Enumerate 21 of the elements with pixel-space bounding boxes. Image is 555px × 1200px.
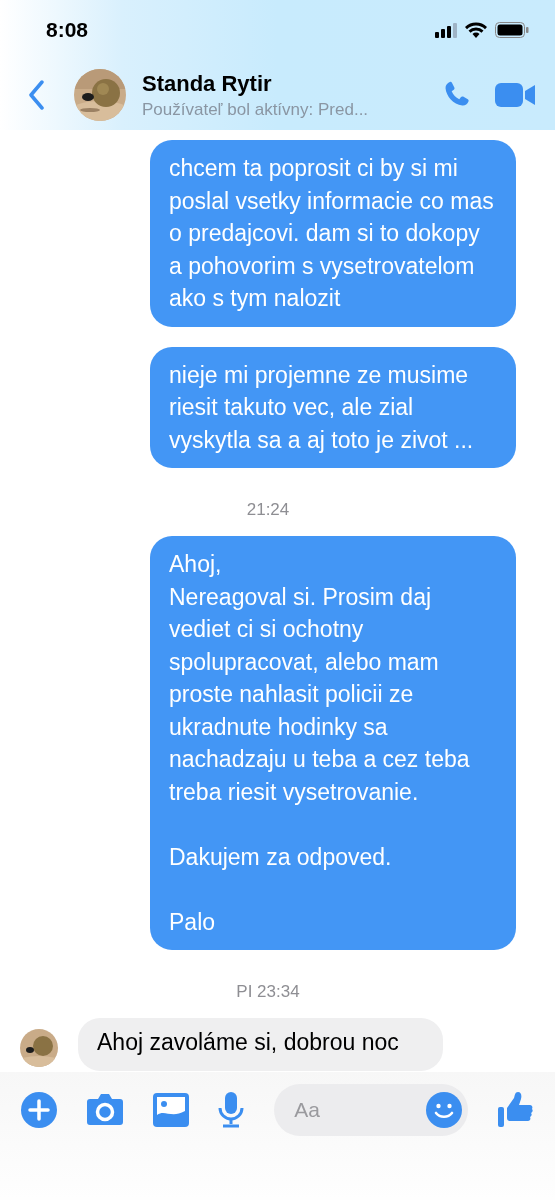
battery-icon: [495, 22, 529, 38]
video-camera-icon[interactable]: [495, 80, 537, 110]
camera-icon[interactable]: [85, 1093, 124, 1127]
timestamp: PI 23:34: [236, 982, 300, 1002]
message-bubble: Ahoj zavoláme si, dobrou noc: [78, 1018, 443, 1071]
back-icon[interactable]: [28, 80, 44, 110]
timestamp: 21:24: [246, 500, 290, 520]
contact-name: Standa Rytir: [142, 70, 273, 97]
microphone-icon[interactable]: [217, 1092, 246, 1128]
emoji-icon[interactable]: [426, 1092, 463, 1128]
plus-icon[interactable]: [21, 1092, 57, 1128]
message-bubble: nieje mi projemne ze musime riesit takuto vec, ale zial vyskytla sa a aj toto je zivot ...: [150, 346, 516, 468]
signal-icon: [435, 22, 457, 38]
message-field[interactable]: Aa: [274, 1084, 469, 1136]
image-icon[interactable]: [152, 1093, 189, 1127]
wifi-icon: [465, 22, 487, 38]
status-time: 8:08: [46, 18, 89, 42]
thumbs-up-icon[interactable]: [497, 1091, 535, 1129]
activity-status: Používateľ bol aktívny: Pred...: [142, 99, 370, 120]
message-bubble: chcem ta poprosit ci by si mi poslal vsetky informacie co mas o predajcovi. dam si to dokopy a pohovorim s vysetrovatelom ako s tym nalozit: [150, 140, 516, 327]
message-bubble: Ahoj, Nereagoval si. Prosim daj vediet ci si ochotny spolupracovat, alebo mam proste nahlasit policii ze ukradnute hodinky sa nachadzaju u teba a cez teba treba riesit vysetrovanie. Dakujem za odpoved. Palo: [150, 536, 516, 950]
